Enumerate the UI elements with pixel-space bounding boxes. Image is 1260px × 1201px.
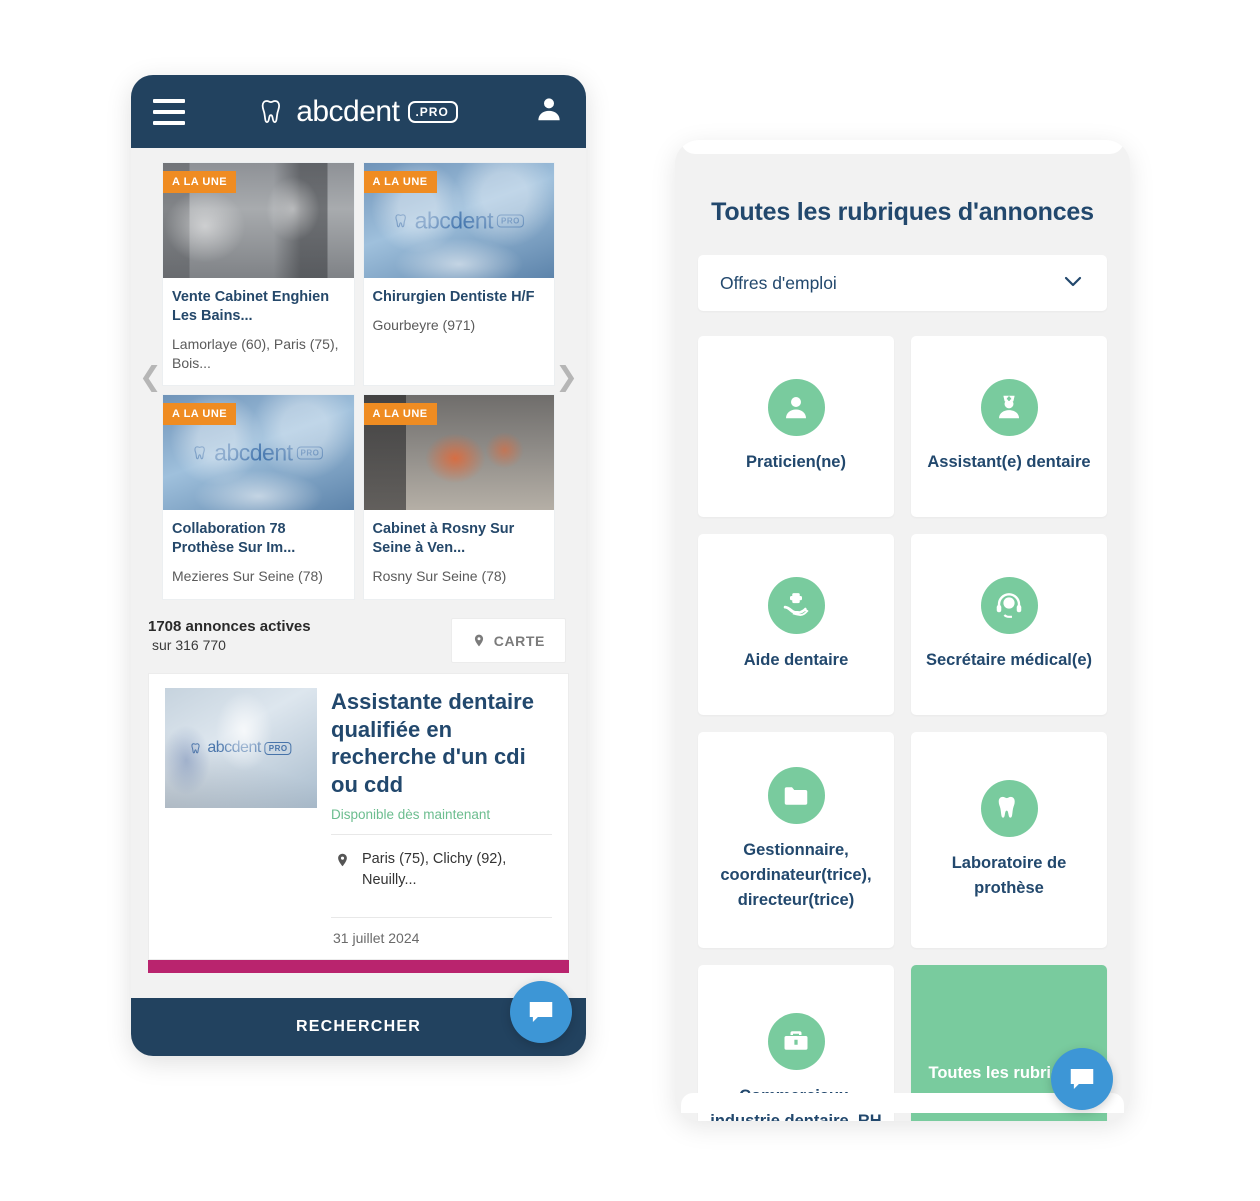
headset-icon	[980, 576, 1038, 634]
featured-badge: A LA UNE	[363, 171, 437, 193]
brand-logo: abcdent .PRO	[131, 75, 586, 148]
chevron-right-icon[interactable]: ❯	[555, 363, 578, 391]
folder-icon	[767, 767, 825, 825]
category-card-laboratoire[interactable]: Laboratoire de prothèse	[911, 732, 1107, 948]
card-title: Chirurgien Dentiste H/F	[372, 289, 535, 305]
chat-bubble-icon[interactable]	[1051, 1048, 1113, 1110]
hand-cross-icon	[767, 576, 825, 634]
card-thumbnail: A LA UNE	[363, 395, 554, 511]
category-label: Laboratoire de prothèse	[951, 853, 1067, 897]
card-title: Cabinet à Rosny Sur Seine à Ven...	[372, 521, 515, 557]
page-title: Toutes les rubriques d'annonces	[711, 198, 1094, 226]
tooth-icon	[980, 779, 1038, 837]
card-title: Vente Cabinet Enghien Les Bains...	[172, 289, 330, 324]
stats-row: 1708 annonces actives sur 316 770 CARTE	[131, 606, 586, 673]
listing-date: 31 juillet 2024	[333, 930, 420, 947]
card-location: Lamorlaye (60), Paris (75), Bois...	[172, 335, 339, 371]
phone-top-notch	[681, 140, 1124, 154]
image-watermark: abcdent PRO	[193, 439, 324, 466]
right-phone-mockup: Toutes les rubriques d'annonces Offres d…	[675, 140, 1130, 1121]
map-button[interactable]: CARTE	[450, 618, 566, 664]
card-title: Collaboration 78 Prothèse Sur Im...	[172, 521, 296, 557]
listing-thumbnail: abcdent PRO	[165, 688, 317, 809]
listing-location: Paris (75), Clichy (92), Neuilly...	[362, 851, 507, 889]
briefcase-icon	[767, 1012, 825, 1070]
user-account-icon[interactable]	[534, 94, 564, 129]
category-select[interactable]: Offres d'emploi	[698, 255, 1107, 311]
tooth-icon	[261, 99, 281, 123]
categories-grid: Praticien(ne) Assistant(e) dentaire Aide…	[675, 311, 1130, 1121]
map-button-label: CARTE	[493, 632, 545, 649]
featured-card[interactable]: A LA UNE Cabinet à Rosny Sur Seine à Ven…	[362, 394, 555, 601]
left-phone-mockup: abcdent .PRO ❮ ❯ A LA UNE Vente Cabinet …	[131, 75, 586, 1056]
person-icon	[767, 378, 825, 436]
category-card-aide-dentaire[interactable]: Aide dentaire	[698, 534, 894, 715]
hamburger-menu-icon[interactable]	[153, 98, 185, 125]
category-label: Secrétaire médical(e)	[925, 650, 1092, 669]
category-select-value: Offres d'emploi	[720, 272, 837, 293]
map-pin-icon	[338, 853, 347, 867]
card-thumbnail: A LA UNE	[163, 163, 354, 278]
accent-bar	[148, 960, 569, 974]
map-pin-icon	[474, 634, 483, 647]
listing-location-row: Paris (75), Clichy (92), Neuilly...	[331, 835, 552, 905]
featured-badge: A LA UNE	[163, 403, 237, 426]
card-location: Gourbeyre (971)	[372, 316, 476, 333]
card-thumbnail: A LA UNE abcdent PRO	[163, 395, 354, 511]
category-label: Assistant(e) dentaire	[927, 452, 1091, 471]
chevron-left-icon[interactable]: ❮	[139, 363, 162, 391]
featured-card[interactable]: A LA UNE abcdent PRO Collaboration 78 Pro…	[162, 394, 355, 601]
chevron-down-icon	[1061, 269, 1085, 298]
active-ads-count: 1708 annonces actives	[148, 618, 311, 636]
featured-carousel: ❮ ❯ A LA UNE Vente Cabinet Enghien Les B…	[131, 148, 586, 606]
listing-title: Assistante dentaire qualifiée en recherc…	[331, 689, 534, 797]
card-thumbnail: A LA UNE abcdent PRO	[363, 163, 554, 278]
screenshot-root: abcdent .PRO ❮ ❯ A LA UNE Vente Cabinet …	[0, 0, 1260, 1201]
listing-availability: Disponible dès maintenant	[331, 807, 491, 823]
chat-bubble-icon[interactable]	[510, 981, 572, 1043]
app-header: abcdent .PRO	[131, 75, 586, 148]
image-watermark: abcdent PRO	[394, 207, 524, 234]
card-location: Rosny Sur Seine (78)	[372, 568, 507, 585]
search-button-label: RECHERCHER	[296, 1018, 421, 1035]
category-card-praticien[interactable]: Praticien(ne)	[698, 336, 894, 517]
featured-badge: A LA UNE	[163, 171, 237, 193]
image-watermark: abcdent PRO	[190, 739, 292, 757]
listing-card[interactable]: abcdent PRO Assistante dentaire qualifiée…	[148, 673, 569, 961]
category-label: Aide dentaire	[743, 650, 849, 669]
nurse-icon	[980, 378, 1038, 436]
category-label: Gestionnaire, coordinateur(trice), direc…	[720, 841, 872, 909]
total-ads-count: sur 316 770	[152, 637, 226, 654]
category-card-assistant-dentaire[interactable]: Assistant(e) dentaire	[911, 336, 1107, 517]
featured-badge: A LA UNE	[363, 403, 437, 426]
card-location: Mezieres Sur Seine (78)	[172, 568, 323, 585]
category-label: Praticien(ne)	[746, 452, 846, 471]
featured-card[interactable]: A LA UNE abcdent PRO Chirurgien Dentiste …	[362, 162, 555, 387]
brand-name: abcdent	[296, 94, 400, 128]
featured-card[interactable]: A LA UNE Vente Cabinet Enghien Les Bains…	[162, 162, 355, 387]
divider	[331, 917, 552, 919]
brand-suffix: .PRO	[408, 100, 458, 123]
category-card-secretaire[interactable]: Secrétaire médical(e)	[911, 534, 1107, 715]
featured-cards-grid: A LA UNE Vente Cabinet Enghien Les Bains…	[131, 162, 586, 601]
category-card-gestionnaire[interactable]: Gestionnaire, coordinateur(trice), direc…	[698, 732, 894, 948]
